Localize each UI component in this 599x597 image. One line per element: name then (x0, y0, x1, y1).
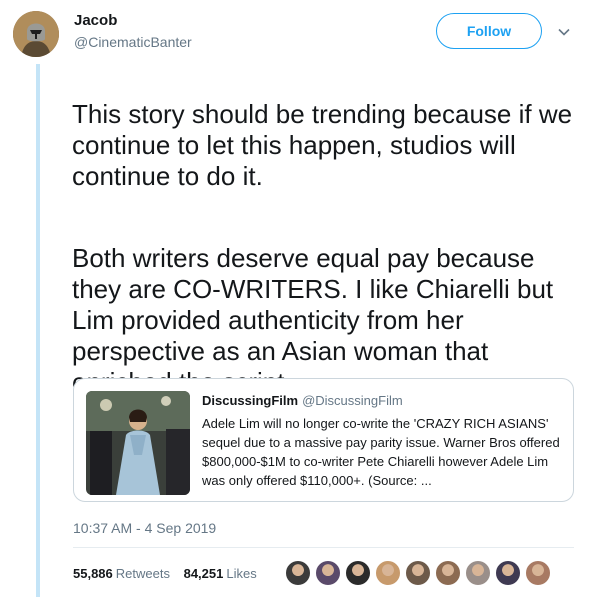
liker-avatar[interactable] (435, 560, 461, 586)
chevron-down-icon[interactable] (558, 26, 570, 38)
tweet-stats: 55,886 Retweets 84,251 Likes (73, 566, 267, 581)
tweet-timestamp[interactable]: 10:37 AM - 4 Sep 2019 (73, 520, 216, 536)
quoted-tweet-card[interactable]: DiscussingFilm @DiscussingFilm Adele Lim … (73, 378, 574, 502)
retweets-label: Retweets (115, 566, 170, 581)
retweets-stat[interactable]: 55,886 Retweets (73, 566, 170, 581)
thread-line (36, 64, 40, 597)
quoted-author-handle: @DiscussingFilm (302, 393, 403, 408)
quoted-author: DiscussingFilm @DiscussingFilm (202, 393, 403, 408)
quoted-tweet-text: Adele Lim will no longer co-write the 'C… (202, 416, 560, 488)
divider (73, 547, 574, 548)
liker-avatar[interactable] (315, 560, 341, 586)
author-handle[interactable]: @CinematicBanter (74, 34, 192, 50)
retweets-count: 55,886 (73, 566, 113, 581)
avatar[interactable] (13, 11, 59, 57)
likes-label: Likes (226, 566, 257, 581)
liker-avatar[interactable] (465, 560, 491, 586)
quoted-author-name: DiscussingFilm (202, 393, 299, 408)
liker-avatar[interactable] (345, 560, 371, 586)
liker-avatar[interactable] (405, 560, 431, 586)
liker-avatars (285, 560, 555, 586)
quoted-tweet-image (86, 391, 190, 495)
likes-count: 84,251 (183, 566, 224, 581)
author-name[interactable]: Jacob (74, 12, 117, 29)
tweet-paragraph: This story should be trending because if… (72, 99, 573, 191)
follow-button[interactable]: Follow (436, 13, 542, 49)
helmet-avatar-icon (13, 11, 59, 57)
likes-stat[interactable]: 84,251 Likes (184, 566, 257, 581)
liker-avatar[interactable] (285, 560, 311, 586)
liker-avatar[interactable] (375, 560, 401, 586)
liker-avatar[interactable] (495, 560, 521, 586)
liker-avatar[interactable] (525, 560, 551, 586)
tweet-paragraph: Both writers deserve equal pay because t… (72, 243, 554, 397)
